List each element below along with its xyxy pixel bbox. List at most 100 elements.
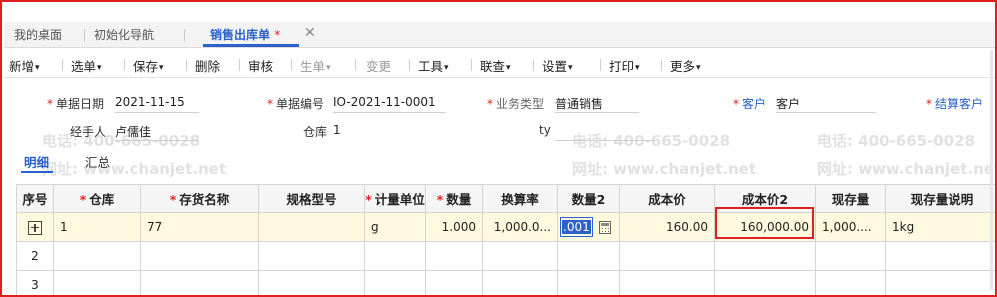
warehouse-field[interactable]: 1 (333, 123, 446, 141)
grid-cell[interactable] (258, 241, 365, 271)
grid-cell[interactable] (140, 241, 259, 271)
stock-cell[interactable]: 1,000.... (815, 212, 886, 242)
ty-field[interactable] (555, 123, 655, 141)
tab-label: 销售出库单 (210, 28, 271, 42)
biz-type-field[interactable]: 普通销售 (555, 95, 639, 113)
column-header[interactable]: * 仓库 (53, 184, 141, 213)
doc-date-label-text: 单据日期 (56, 97, 105, 111)
row-insert-icon[interactable] (28, 220, 42, 235)
column-header[interactable]: 成本价 (619, 184, 715, 213)
conversion-rate-cell[interactable]: 1,000.0... (482, 212, 558, 242)
column-header[interactable]: * 存货名称 (140, 184, 259, 213)
tab-summary[interactable]: 汇总 (85, 152, 110, 171)
delete-button[interactable]: 删除 (195, 56, 220, 75)
column-header-label: 现存量 (831, 192, 870, 207)
chevron-down-icon: ▾ (444, 63, 449, 73)
grid-cell[interactable] (425, 270, 483, 295)
column-header[interactable]: 换算率 (482, 184, 558, 213)
tab-init-navigation[interactable]: 初始化导航 (94, 26, 154, 43)
table-row[interactable]: 1 77 g 1.000 1,000.0... .001 160.00 160,… (16, 212, 995, 242)
column-header-label: 数量 (446, 192, 472, 207)
column-header[interactable]: 规格型号 (258, 184, 365, 213)
print-label: 打印 (609, 59, 635, 74)
print-button[interactable]: 打印▾ (609, 56, 640, 75)
column-header[interactable]: 序号 (16, 184, 54, 213)
calculator-icon[interactable] (598, 221, 611, 234)
grid-cell[interactable] (482, 241, 558, 271)
quantity2-input[interactable]: .001 (560, 217, 593, 237)
quantity-cell[interactable]: 1.000 (425, 212, 483, 242)
required-mark: * (487, 97, 493, 111)
row-index-cell[interactable] (16, 212, 54, 242)
warehouse-label: 仓库 (303, 125, 328, 139)
grid-cell[interactable] (425, 241, 483, 271)
new-button[interactable]: 新增▾ (9, 56, 40, 75)
chevron-down-icon: ▾ (568, 63, 573, 73)
quantity2-selected-text: .001 (562, 220, 591, 234)
grid-header-row: 序号 * 仓库 * 存货名称 规格型号 * 计量单位 * 数量 换算率 数量2 成本价 … (16, 184, 995, 213)
change-button[interactable]: 变更 (366, 56, 391, 75)
column-header-label: 存货名称 (179, 192, 230, 207)
warehouse-cell[interactable]: 1 (53, 212, 141, 242)
watermark: 网址: www.chanjet.net (817, 160, 997, 178)
grid-cell[interactable] (53, 270, 141, 295)
grid-cell[interactable] (714, 241, 816, 271)
vertical-scrollbar[interactable] (990, 50, 993, 290)
quantity2-cell[interactable]: .001 (557, 212, 620, 242)
grid-cell[interactable] (364, 241, 426, 271)
grid-cell[interactable] (557, 270, 620, 295)
detail-grid: 序号 * 仓库 * 存货名称 规格型号 * 计量单位 * 数量 换算率 数量2 成本价 … (16, 184, 995, 295)
table-row[interactable]: 2 (16, 241, 995, 271)
biz-type-label-text: 业务类型 (496, 97, 545, 111)
grid-cell[interactable] (619, 270, 715, 295)
linked-query-button[interactable]: 联查▾ (480, 56, 511, 75)
item-name-cell[interactable]: 77 (140, 212, 259, 242)
spec-cell[interactable] (258, 212, 365, 242)
close-icon[interactable]: ✕ (304, 25, 316, 41)
grid-cell[interactable] (815, 270, 886, 295)
grid-cell[interactable] (258, 270, 365, 295)
handler-field[interactable]: 卢儒佳 (115, 123, 199, 141)
column-header[interactable]: * 数量 (425, 184, 483, 213)
column-header[interactable]: * 计量单位 (364, 184, 426, 213)
column-header[interactable]: 现存量说明 (885, 184, 995, 213)
generate-button[interactable]: 生单▾ (300, 56, 331, 75)
column-header-label: 规格型号 (286, 192, 337, 207)
grid-cell[interactable] (885, 270, 995, 295)
linked-query-label: 联查 (480, 59, 506, 74)
settings-button[interactable]: 设置▾ (542, 56, 573, 75)
grid-cell[interactable] (482, 270, 558, 295)
grid-cell[interactable] (53, 241, 141, 271)
save-button[interactable]: 保存▾ (133, 56, 164, 75)
save-label: 保存 (133, 59, 159, 74)
column-header-label: 现存量说明 (910, 192, 974, 207)
grid-cell[interactable] (815, 241, 886, 271)
doc-no-field[interactable]: IO-2021-11-0001 (333, 95, 446, 113)
customer-field[interactable]: 客户 (776, 95, 876, 113)
grid-cell[interactable] (714, 270, 816, 295)
grid-cell[interactable] (885, 241, 995, 271)
active-detail-tab-indicator (21, 171, 53, 173)
tools-button[interactable]: 工具▾ (418, 56, 449, 75)
stock-note-cell[interactable]: 1kg (885, 212, 995, 242)
doc-date-field[interactable]: 2021-11-15 (115, 95, 199, 113)
customer-label[interactable]: * 客户 (733, 95, 766, 112)
toolbar-divider (409, 59, 410, 71)
grid-cell[interactable] (619, 241, 715, 271)
doc-no-label-text: 单据编号 (276, 97, 325, 111)
grid-cell[interactable] (140, 270, 259, 295)
unit-cell[interactable]: g (364, 212, 426, 242)
grid-cell[interactable] (557, 241, 620, 271)
table-row[interactable]: 3 (16, 270, 995, 295)
column-header[interactable]: 数量2 (557, 184, 620, 213)
grid-cell[interactable] (364, 270, 426, 295)
tab-my-desktop[interactable]: 我的桌面 (14, 26, 62, 43)
audit-button[interactable]: 审核 (248, 56, 273, 75)
cost-price-cell[interactable]: 160.00 (619, 212, 715, 242)
select-button[interactable]: 选单▾ (71, 56, 102, 75)
column-header[interactable]: 现存量 (815, 184, 886, 213)
tab-sales-outbound[interactable]: 销售出库单 * (210, 26, 280, 43)
more-button[interactable]: 更多▾ (670, 56, 701, 75)
settle-customer-label[interactable]: * 结算客户 (926, 95, 983, 112)
tab-detail[interactable]: 明细 (24, 152, 49, 171)
